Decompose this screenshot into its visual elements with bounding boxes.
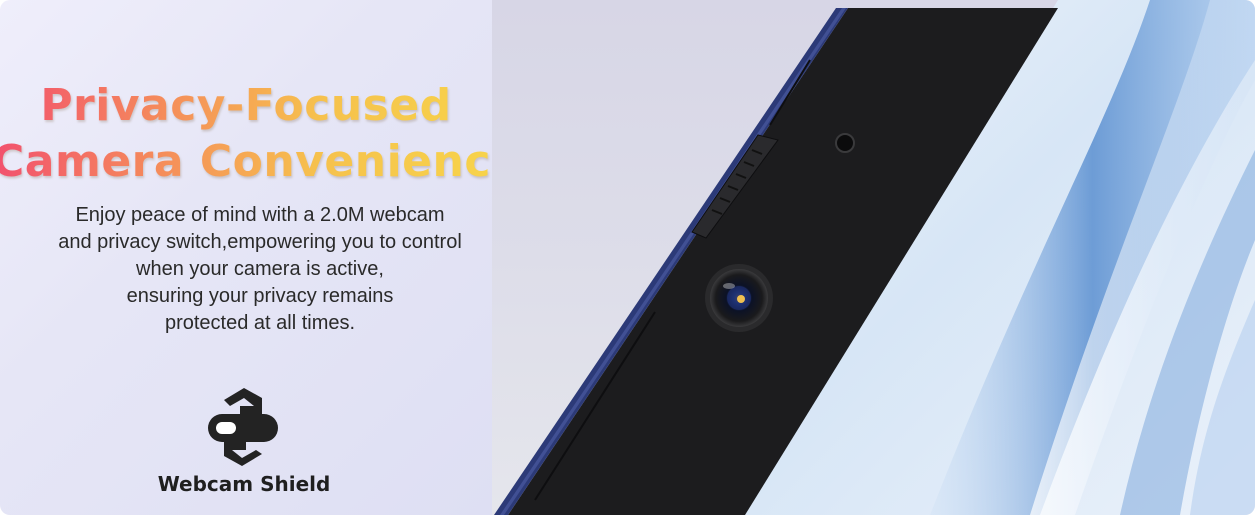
description-line: protected at all times. [164,312,356,334]
description-line: Enjoy peace of mind with a 2.0M webcam [75,204,445,226]
headline-line-2: Camera Convenience [0,136,521,187]
feature-label: Webcam Shield [157,472,331,496]
description-line: when your camera is active, [136,258,384,280]
headline-line-1: Privacy-Focused [0,80,492,131]
description-line: ensuring your privacy remains [126,285,394,307]
description-line: and privacy switch,empowering you to con… [58,231,462,253]
product-banner: Privacy-Focused Camera Convenience Enjoy… [0,0,1255,515]
description-text: Enjoy peace of mind with a 2.0M webcam a… [20,202,500,337]
webcam-shield-icon [208,388,278,466]
